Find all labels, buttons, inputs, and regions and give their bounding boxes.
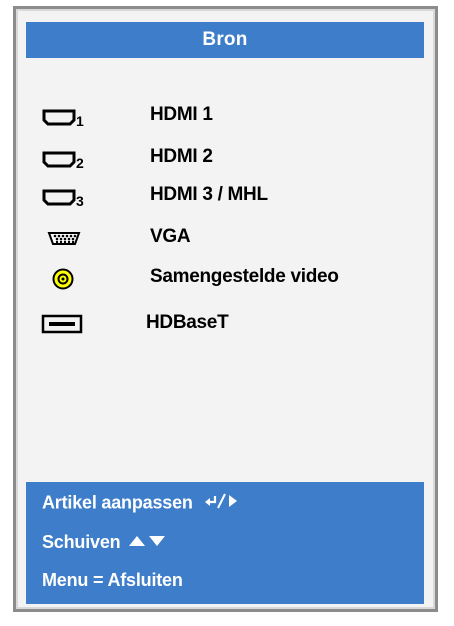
help-adjust-line: Artikel aanpassen	[42, 492, 240, 515]
help-adjust-text: Artikel aanpassen	[42, 492, 193, 513]
enter-right-arrow-icon	[204, 492, 240, 515]
source-label-hdmi-2: HDMI 2	[150, 146, 213, 167]
help-exit-line: Menu = Afsluiten	[42, 570, 183, 590]
hdmi-port-icon: 2	[38, 144, 92, 172]
vga-port-icon	[38, 224, 92, 252]
hdmi-2-subscript: 2	[76, 155, 84, 171]
source-label-vga: VGA	[150, 226, 191, 247]
source-item-hdbaset[interactable]: HDBaseT	[26, 304, 424, 344]
source-item-hdmi-2[interactable]: 2 HDMI 2	[26, 138, 424, 178]
hdmi-1-subscript: 1	[76, 113, 84, 129]
source-label-composite-video: Samengestelde video	[150, 266, 339, 287]
hdmi-port-icon: 1	[38, 102, 92, 130]
source-item-composite-video[interactable]: Samengestelde video	[26, 258, 424, 298]
source-label-hdmi-1: HDMI 1	[150, 104, 213, 125]
source-item-hdmi-1[interactable]: 1 HDMI 1	[26, 96, 424, 136]
hdmi-3-subscript: 3	[76, 193, 84, 209]
help-scroll-text: Schuiven	[42, 532, 121, 552]
hdmi-port-icon: 3	[38, 182, 92, 210]
source-item-vga[interactable]: VGA	[26, 218, 424, 258]
hdbaset-port-icon	[38, 310, 92, 338]
source-label-hdmi-3-mhl: HDMI 3 / MHL	[150, 184, 268, 205]
help-panel: Artikel aanpassen Schuiven Menu = Afslui…	[26, 482, 424, 604]
help-scroll-line: Schuiven	[42, 532, 171, 554]
up-down-arrows-icon	[127, 533, 171, 554]
composite-video-icon	[38, 264, 92, 292]
source-item-hdmi-3-mhl[interactable]: 3 HDMI 3 / MHL	[26, 176, 424, 216]
source-label-hdbaset: HDBaseT	[146, 312, 229, 333]
menu-title: Bron	[26, 22, 424, 58]
